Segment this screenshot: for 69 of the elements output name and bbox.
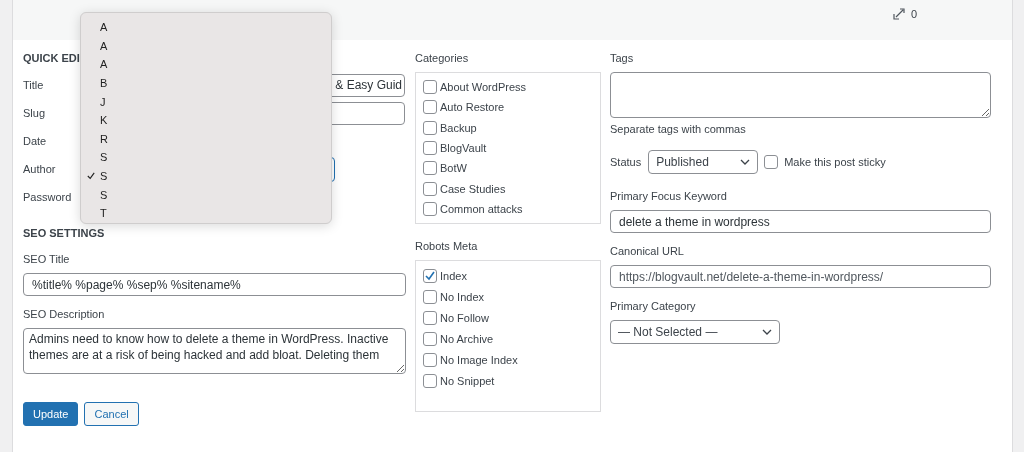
text-area[interactable]: Admins need to know how to delete a theme in WordPress. Inactive themes are at a risk of being hacked and add bloat. Deleting them xyxy=(23,328,406,374)
menu-option[interactable]: J xyxy=(87,92,331,111)
checkbox-label: Auto Restore xyxy=(440,101,505,114)
field-label: Slug xyxy=(23,107,46,119)
checkbox-label: BlogVault xyxy=(440,142,487,154)
checkbox-label: Index xyxy=(440,269,467,282)
checkbox-label: No Index xyxy=(440,290,485,303)
menu-option[interactable]: S xyxy=(87,166,331,186)
checkbox[interactable] xyxy=(764,155,779,169)
link-count: 0 xyxy=(911,8,918,20)
menu-option[interactable]: S xyxy=(87,185,331,204)
checkbox[interactable] xyxy=(423,310,437,325)
field-label: Status xyxy=(610,156,642,168)
checkbox-label: No Follow xyxy=(440,311,489,324)
checkbox-label: Case Studies xyxy=(440,182,506,195)
menu-option[interactable]: A xyxy=(87,55,331,74)
cancel-button[interactable]: Cancel xyxy=(84,402,139,426)
field-label: Password xyxy=(23,191,72,203)
field-label: SEO Title xyxy=(23,253,71,267)
section-heading: QUICK EDI xyxy=(23,52,80,64)
checkbox[interactable] xyxy=(423,289,437,304)
checkbox[interactable] xyxy=(423,141,437,155)
menu-option[interactable]: T xyxy=(87,203,331,223)
field-label: Canonical URL xyxy=(610,245,685,259)
checkbox[interactable] xyxy=(423,331,437,346)
checkbox[interactable] xyxy=(423,373,437,388)
checkbox[interactable] xyxy=(423,181,437,196)
menu-option[interactable]: K xyxy=(87,110,331,130)
status-select[interactable]: Published xyxy=(648,150,759,174)
checkbox-label: BotW xyxy=(440,162,467,175)
field-label: Title xyxy=(23,79,44,91)
update-button[interactable]: Update xyxy=(23,402,79,426)
checkbox[interactable] xyxy=(423,120,437,135)
field-label: SEO Description xyxy=(23,308,106,322)
menu-option[interactable]: B xyxy=(87,73,331,93)
menu-option[interactable]: A xyxy=(87,36,331,56)
section-heading: SEO SETTINGS xyxy=(23,227,106,241)
chevron-icon xyxy=(740,159,751,165)
field-label: Primary Category xyxy=(610,300,697,314)
checkbox-label: No Snippet xyxy=(440,374,495,387)
checkbox[interactable] xyxy=(423,100,437,115)
field-label: Categories xyxy=(415,52,470,66)
tags-field[interactable] xyxy=(610,72,991,118)
field-label: Robots Meta xyxy=(415,240,479,254)
text-field[interactable]: delete a theme in wordpress xyxy=(610,210,991,233)
link-icon xyxy=(893,8,905,20)
url-field[interactable]: https://blogvault.net/delete-a-theme-in-wordpress/ xyxy=(610,265,991,288)
text-field[interactable]: %title% %page% %sep% %sitename% xyxy=(23,273,406,296)
field-label: Tags xyxy=(610,52,635,66)
field-label: Date xyxy=(23,135,47,147)
checkbox[interactable] xyxy=(423,201,437,216)
checkbox-label: No Archive xyxy=(440,332,494,345)
checkbox-label: Common attacks xyxy=(440,202,523,215)
checkbox[interactable] xyxy=(423,268,437,283)
menu-option[interactable]: A xyxy=(87,18,331,37)
checkbox[interactable] xyxy=(423,80,437,95)
menu-option[interactable]: R xyxy=(87,129,331,149)
checkbox[interactable] xyxy=(423,161,437,176)
checkbox-label: Backup xyxy=(440,121,477,134)
menu-option[interactable]: S xyxy=(87,148,331,167)
checkbox-label: Make this post sticky xyxy=(784,156,886,168)
category-select[interactable]: — Not Selected — xyxy=(610,320,780,344)
hint-text: Separate tags with commas xyxy=(610,123,747,135)
checkbox-label: No Image Index xyxy=(440,353,518,366)
field-label: Primary Focus Keyword xyxy=(610,190,728,204)
chevron-icon xyxy=(762,329,772,335)
checkbox[interactable] xyxy=(423,352,437,367)
checkbox-label: About WordPress xyxy=(440,81,526,94)
field-label: Author xyxy=(23,163,56,175)
